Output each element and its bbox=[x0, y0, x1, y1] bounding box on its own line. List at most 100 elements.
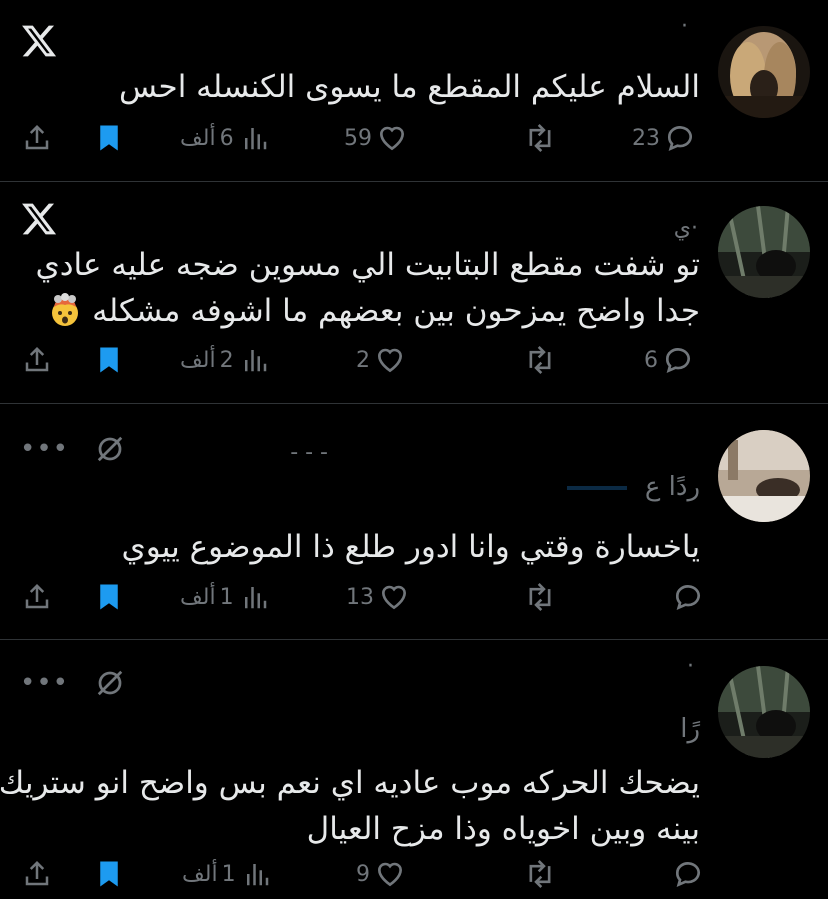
views-count: 6 bbox=[219, 125, 234, 151]
tweet-text-line: تو شفت مقطع البتابيت الي مسوين ضجه عليه … bbox=[35, 247, 700, 283]
like-count: 2 bbox=[356, 347, 370, 373]
reply-button[interactable]: 23 bbox=[628, 118, 696, 158]
share-icon bbox=[25, 583, 49, 609]
tweet-text: تو شفت مقطع البتابيت الي مسوين ضجه عليه … bbox=[35, 242, 700, 334]
bookmark-button[interactable] bbox=[94, 854, 124, 894]
bookmark-button[interactable] bbox=[94, 340, 124, 380]
avatar[interactable] bbox=[718, 430, 810, 522]
like-count: 13 bbox=[346, 584, 374, 610]
replying-to-label: رًا bbox=[680, 714, 700, 744]
retweet-button[interactable] bbox=[523, 854, 557, 894]
views-count: 1 bbox=[221, 861, 236, 887]
action-bar: ألف 1 13 bbox=[0, 577, 828, 617]
reply-icon bbox=[666, 348, 690, 374]
views-button[interactable]: ألف 2 bbox=[176, 340, 270, 380]
x-logo-icon[interactable] bbox=[20, 22, 58, 60]
share-button[interactable] bbox=[22, 577, 52, 617]
retweet-icon bbox=[529, 859, 551, 889]
reply-icon bbox=[668, 126, 692, 152]
bookmark-icon bbox=[100, 125, 118, 151]
heart-icon bbox=[379, 126, 405, 151]
views-unit: ألف bbox=[180, 347, 216, 373]
views-button[interactable]: ألف 1 bbox=[176, 577, 270, 617]
tweet[interactable]: ي· تو شفت مقطع البتابيت الي مسوين ضجه عل… bbox=[0, 182, 828, 404]
reply-icon bbox=[676, 862, 700, 888]
replying-to-label: ردًا ع bbox=[566, 472, 700, 502]
like-count: 59 bbox=[344, 125, 372, 151]
views-button[interactable]: ألف 6 bbox=[176, 118, 270, 158]
blurred-handle bbox=[566, 485, 627, 490]
reply-prefix: ردًا ع bbox=[644, 472, 700, 502]
tweet[interactable]: · السلام عليكم المقطع ما يسوى الكنسله اح… bbox=[0, 0, 828, 182]
author-name-blurred: ي· bbox=[673, 216, 698, 241]
views-count: 2 bbox=[219, 347, 234, 373]
analytics-icon bbox=[244, 587, 266, 609]
author-name-blurred: · bbox=[687, 654, 694, 679]
analytics-icon bbox=[246, 864, 268, 886]
retweet-icon bbox=[529, 123, 551, 153]
action-bar: ألف 2 2 6 bbox=[0, 340, 828, 380]
tweet[interactable]: ••• · رًا يضحك الحركه موب عاديه اي نعم ب… bbox=[0, 640, 828, 899]
tweet-text-line: بينه وبين اخوياه وذا مزح العيال bbox=[306, 811, 700, 847]
bookmark-icon bbox=[100, 347, 118, 373]
heart-icon bbox=[381, 585, 407, 610]
tweet-text-line: جدا واضح يمزحون بين بعضهم ما اشوفه مشكله bbox=[92, 293, 700, 329]
grok-icon[interactable] bbox=[95, 668, 125, 698]
tweet-text-line: السلام عليكم المقطع ما يسوى الكنسله احس bbox=[119, 69, 700, 105]
share-button[interactable] bbox=[22, 118, 52, 158]
retweet-button[interactable] bbox=[523, 340, 557, 380]
tweet[interactable]: ••• - - - ردًا ع ياخسارة وقتي وانا ادور … bbox=[0, 404, 828, 640]
reply-button[interactable] bbox=[664, 577, 704, 617]
tweet-text-line: يضحك الحركه موب عاديه اي نعم بس واضح انو… bbox=[0, 765, 700, 801]
grok-icon[interactable] bbox=[95, 434, 125, 464]
like-button[interactable]: 2 bbox=[352, 340, 406, 380]
reply-prefix: رًا bbox=[680, 714, 700, 744]
reply-count: 23 bbox=[632, 125, 660, 151]
tweet-text: السلام عليكم المقطع ما يسوى الكنسله احس bbox=[119, 64, 700, 110]
more-options-icon[interactable]: ••• bbox=[20, 436, 69, 462]
views-count: 1 bbox=[219, 584, 234, 610]
heart-icon bbox=[377, 862, 403, 887]
tweet-text: يضحك الحركه موب عاديه اي نعم بس واضح انو… bbox=[0, 760, 700, 852]
share-icon bbox=[25, 124, 49, 150]
action-bar: ألف 6 59 23 bbox=[0, 118, 828, 158]
heart-icon bbox=[377, 348, 403, 373]
author-name-blurred: · bbox=[681, 14, 688, 39]
reply-icon bbox=[676, 585, 700, 611]
avatar[interactable] bbox=[718, 26, 810, 118]
exploding-head-icon bbox=[52, 293, 79, 326]
x-logo-icon[interactable] bbox=[20, 200, 58, 238]
like-count: 9 bbox=[356, 861, 370, 887]
bookmark-button[interactable] bbox=[94, 577, 124, 617]
like-button[interactable]: 13 bbox=[342, 577, 410, 617]
views-unit: ألف bbox=[182, 861, 218, 887]
more-options-icon[interactable]: ••• bbox=[20, 670, 69, 696]
retweet-icon bbox=[529, 582, 551, 612]
tweet-text: ياخسارة وقتي وانا ادور طلع ذا الموضوع يي… bbox=[122, 524, 700, 570]
avatar[interactable] bbox=[718, 206, 810, 298]
retweet-button[interactable] bbox=[523, 118, 557, 158]
retweet-button[interactable] bbox=[523, 577, 557, 617]
share-button[interactable] bbox=[22, 340, 52, 380]
share-icon bbox=[25, 346, 49, 372]
reply-count: 6 bbox=[644, 347, 658, 373]
like-button[interactable]: 9 bbox=[352, 854, 406, 894]
tweet-top-icons: ••• bbox=[20, 668, 125, 698]
like-button[interactable]: 59 bbox=[340, 118, 408, 158]
tweet-text-line: ياخسارة وقتي وانا ادور طلع ذا الموضوع يي… bbox=[121, 529, 700, 565]
reply-button[interactable]: 6 bbox=[640, 340, 694, 380]
bookmark-button[interactable] bbox=[94, 118, 124, 158]
action-bar: ألف 1 9 bbox=[0, 854, 828, 894]
share-icon bbox=[25, 860, 49, 886]
views-unit: ألف bbox=[180, 584, 216, 610]
bookmark-icon bbox=[100, 861, 118, 887]
share-button[interactable] bbox=[22, 854, 52, 894]
views-button[interactable]: ألف 1 bbox=[178, 854, 272, 894]
views-unit: ألف bbox=[180, 125, 216, 151]
analytics-icon bbox=[244, 128, 266, 150]
tweet-top-icons: ••• bbox=[20, 434, 125, 464]
retweet-icon bbox=[529, 345, 551, 375]
reply-button[interactable] bbox=[664, 854, 704, 894]
author-name-blurred: - - - bbox=[290, 440, 328, 465]
avatar[interactable] bbox=[718, 666, 810, 758]
